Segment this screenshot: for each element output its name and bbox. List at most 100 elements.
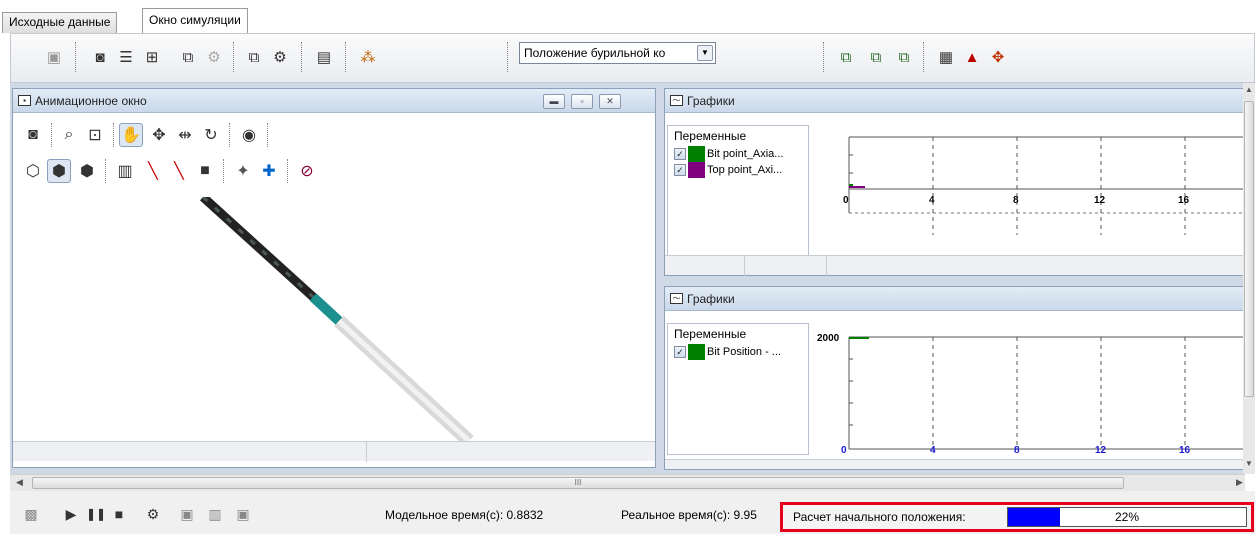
minimize-button[interactable]: ▬ [543, 94, 565, 109]
graphs-top-chart[interactable]: 0 4 8 12 16 [813, 125, 1245, 260]
graphs-panel-bottom: 〜 Графики Переменные ✓ Bit Position - ...… [664, 286, 1245, 470]
animation-window: ▪ Анимационное окно ▬ ▫ ✕ ◙ ⌕ ⊡ ✋ ✥ ⇹ ↻ … [12, 88, 656, 468]
horizontal-scrollbar[interactable]: ◀ III ▶ [10, 474, 1245, 491]
real-time: Реальное время(с): 9.95 [621, 508, 757, 522]
zoom-icon[interactable]: ⌕ [57, 123, 81, 147]
close-button[interactable]: ✕ [599, 94, 621, 109]
checkbox-checked-icon[interactable]: ✓ [674, 346, 686, 358]
checkbox-checked-icon[interactable]: ✓ [674, 164, 686, 176]
camera-icon[interactable]: ◙ [21, 123, 45, 147]
wellbore-icon[interactable]: ▥ [113, 159, 137, 183]
play-icon[interactable]: ▶ [62, 505, 80, 523]
scroll-down-icon[interactable]: ▼ [1245, 459, 1253, 468]
drillstring-3d-view [199, 197, 474, 441]
camera-disabled-icon[interactable]: ▣ [43, 46, 65, 68]
x-tick-label: 16 [1179, 445, 1191, 456]
pause-icon[interactable]: ❚❚ [86, 505, 106, 523]
graphs-bottom-chart[interactable]: 2000 [813, 323, 1245, 455]
color-settings-icon[interactable]: ⊘ [295, 159, 319, 183]
report-icon[interactable]: ▤ [313, 46, 335, 68]
record-frame-icon[interactable]: ▣ [178, 505, 196, 523]
vertical-scrollbar[interactable]: ▲ ▼ [1243, 83, 1255, 474]
chart-window-icon: 〜 [670, 293, 683, 304]
restore-button[interactable]: ▫ [571, 94, 593, 109]
data-settings-icon[interactable]: ⚙ [203, 46, 225, 68]
x-tick-label: 4 [929, 195, 935, 206]
window-tile-icon[interactable]: ⧉ [865, 46, 887, 68]
spin-icon[interactable]: ⇹ [173, 123, 197, 147]
pan-hand-icon[interactable]: ✋ [119, 123, 143, 147]
add-chart-icon[interactable]: ⊞ [141, 46, 163, 68]
window-cascade-icon[interactable]: ⧉ [835, 46, 857, 68]
settings-gear-icon[interactable]: ⚙ [144, 505, 162, 523]
graphs-bottom-variables: Переменные ✓ Bit Position - ... [667, 323, 809, 455]
wireframe-icon[interactable]: ⬡ [21, 159, 45, 183]
scroll-right-icon[interactable]: ▶ [1236, 477, 1243, 488]
drillstring-icon[interactable]: ╲ [167, 159, 191, 183]
x-tick-label: 0 [841, 445, 847, 456]
trajectory-icon[interactable]: ╲ [141, 159, 165, 183]
table-icon[interactable]: ▦ [935, 46, 957, 68]
eye-icon[interactable]: ◉ [237, 123, 261, 147]
shaded-icon[interactable]: ⬢ [75, 159, 99, 183]
graphs-bottom-x-ticks: 0 4 8 12 16 [813, 445, 1245, 459]
shaded-edges-icon[interactable]: ⬢ [47, 159, 71, 183]
x-tick-label: 12 [1094, 195, 1106, 206]
graphs-panel-top: 〜 Графики Переменные ✓ Bit point_Axia... … [664, 88, 1245, 276]
3d-viewport[interactable] [13, 197, 655, 441]
box-icon[interactable]: ■ [193, 159, 217, 183]
rotate-lock-icon[interactable]: ↻ [199, 123, 223, 147]
progress-bar: 22% [1007, 507, 1247, 527]
x-tick-label: 12 [1095, 445, 1107, 456]
scroll-left-icon[interactable]: ◀ [16, 477, 23, 488]
position-combo[interactable]: Положение бурильной ко ▼ [519, 42, 716, 64]
model-time: Модельное время(с): 0.8832 [385, 508, 544, 522]
graphs-top-variables: Переменные ✓ Bit point_Axia... ✓ Top point… [667, 125, 809, 260]
initial-position-progress-frame: Расчет начального положения: 22% [780, 502, 1254, 532]
tab-input-data[interactable]: Исходные данные [2, 12, 118, 33]
graphs-bottom-status-strip [665, 459, 1243, 469]
variable-label: Top point_Axi... [707, 163, 783, 176]
export-frame-icon[interactable]: ▣ [234, 505, 252, 523]
gear-import-icon[interactable]: ⚙ [269, 46, 291, 68]
animation-window-titlebar: ▪ Анимационное окно ▬ ▫ ✕ [13, 89, 655, 113]
x-tick-label: 8 [1014, 445, 1020, 456]
layout-icon[interactable]: ✥ [987, 46, 1009, 68]
list-icon[interactable]: ☰ [115, 46, 137, 68]
position-combo-value: Положение бурильной ко [524, 46, 666, 60]
progress-percent: 22% [1114, 510, 1140, 524]
x-tick-label: 4 [930, 445, 936, 456]
stop-icon[interactable]: ■ [110, 505, 128, 523]
gear-export-icon[interactable]: ⧉ [243, 46, 265, 68]
variable-row[interactable]: ✓ Top point_Axi... [668, 162, 808, 178]
variable-row[interactable]: ✓ Bit Position - ... [668, 344, 808, 360]
add-view-icon[interactable]: ◙ [89, 46, 111, 68]
animation-window-title: Анимационное окно [35, 94, 147, 108]
zoom-region-icon[interactable]: ⊡ [83, 123, 107, 147]
vertical-scroll-thumb[interactable] [1244, 101, 1254, 397]
checkbox-checked-icon[interactable]: ✓ [674, 148, 686, 160]
graphs-top-titlebar: 〜 Графики [665, 89, 1243, 113]
data-export-icon[interactable]: ⧉ [177, 46, 199, 68]
window-icon: ▪ [18, 95, 31, 106]
graphs-bottom-plot: 2000 [817, 333, 1245, 450]
scroll-up-icon[interactable]: ▲ [1245, 85, 1253, 94]
horizontal-scroll-thumb[interactable]: III [32, 477, 1124, 489]
window-arrange-icon[interactable]: ⧉ [893, 46, 915, 68]
rotate-icon[interactable]: ✥ [147, 123, 171, 147]
bit-icon[interactable]: ✦ [231, 159, 255, 183]
variable-row[interactable]: ✓ Bit point_Axia... [668, 146, 808, 162]
axes-icon[interactable]: ✚ [257, 159, 281, 183]
animation-toolbar-row1: ◙ ⌕ ⊡ ✋ ✥ ⇹ ↻ ◉ [21, 123, 651, 149]
histogram-icon[interactable]: ▲ [961, 46, 983, 68]
graphs-top-plot: 0 4 8 12 16 [843, 136, 1245, 235]
trash-icon[interactable]: ▩ [22, 505, 40, 523]
series-color-swatch [688, 344, 705, 360]
chart-window-icon: 〜 [670, 95, 683, 106]
progress-label: Расчет начального положения: [793, 510, 966, 524]
animation-status-strip [13, 441, 655, 462]
series-color-swatch [688, 162, 705, 178]
tab-simulation-window[interactable]: Окно симуляции [142, 8, 248, 33]
frames-icon[interactable]: ▥ [206, 505, 224, 523]
wizard-icon[interactable]: ⁂ [357, 46, 379, 68]
